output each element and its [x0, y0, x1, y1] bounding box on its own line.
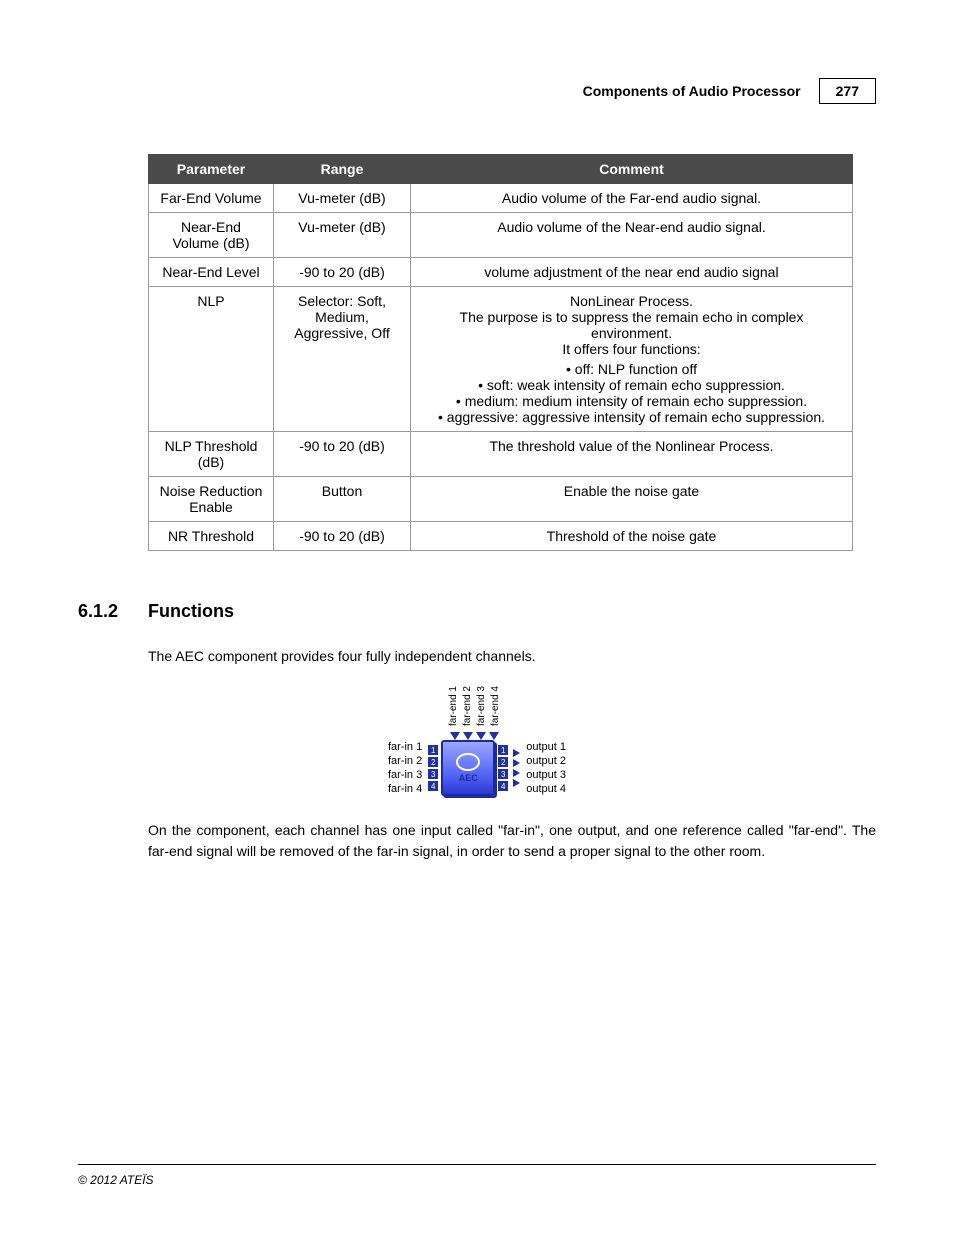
section-para-1: The AEC component provides four fully in…	[148, 646, 876, 666]
diagram-top-labels: far-end 1 far-end 2 far-end 3 far-end 4	[448, 686, 501, 726]
cell-range: Button	[274, 477, 411, 522]
cell-comment: Audio volume of the Far-end audio signal…	[411, 184, 853, 213]
table-row: Noise Reduction EnableButtonEnable the n…	[149, 477, 853, 522]
section-title: Functions	[148, 601, 234, 622]
right-arrows	[511, 749, 520, 787]
label-far-in-2: far-in 2	[388, 755, 422, 768]
aec-box-label: AEC	[459, 773, 478, 783]
cell-range: -90 to 20 (dB)	[274, 432, 411, 477]
section-heading: 6.1.2 Functions	[78, 601, 876, 622]
table-row: Near-End Level-90 to 20 (dB)volume adjus…	[149, 258, 853, 287]
right-ports: 1234	[498, 745, 508, 791]
section-para-2: On the component, each channel has one i…	[148, 820, 876, 861]
arrow-down-icon	[450, 732, 460, 740]
label-output-4: output 4	[526, 783, 566, 796]
cell-range: Vu-meter (dB)	[274, 184, 411, 213]
cell-comment: volume adjustment of the near end audio …	[411, 258, 853, 287]
cell-range: Vu-meter (dB)	[274, 213, 411, 258]
cell-parameter: Near-End Level	[149, 258, 274, 287]
table-body: Far-End VolumeVu-meter (dB)Audio volume …	[149, 184, 853, 551]
cell-comment: Threshold of the noise gate	[411, 522, 853, 551]
footer-rule	[78, 1164, 876, 1165]
table-row: NR Threshold-90 to 20 (dB)Threshold of t…	[149, 522, 853, 551]
col-header-comment: Comment	[411, 155, 853, 184]
cell-comment: Enable the noise gate	[411, 477, 853, 522]
table-row: NLPSelector: Soft, Medium, Aggressive, O…	[149, 287, 853, 432]
table-row: Far-End VolumeVu-meter (dB)Audio volume …	[149, 184, 853, 213]
header-page-number: 277	[819, 78, 876, 104]
label-far-end-1: far-end 1	[448, 686, 459, 726]
label-far-in-4: far-in 4	[388, 783, 422, 796]
page-header: Components of Audio Processor 277	[78, 78, 876, 104]
label-far-in-1: far-in 1	[388, 741, 422, 754]
arrow-down-icon	[463, 732, 473, 740]
diagram-left-labels: far-in 1 far-in 2 far-in 3 far-in 4	[388, 741, 422, 797]
label-far-end-4: far-end 4	[490, 686, 501, 726]
aec-diagram: far-in 1 far-in 2 far-in 3 far-in 4 far-…	[388, 686, 566, 796]
arrow-right-icon	[513, 769, 520, 777]
arrow-right-icon	[513, 749, 520, 757]
cell-parameter: NLP Threshold (dB)	[149, 432, 274, 477]
cell-comment: NonLinear Process. The purpose is to sup…	[411, 287, 853, 432]
cell-range: -90 to 20 (dB)	[274, 258, 411, 287]
arrow-right-icon	[513, 779, 520, 787]
section-number: 6.1.2	[78, 601, 118, 622]
cell-parameter: Far-End Volume	[149, 184, 274, 213]
parameter-table: Parameter Range Comment Far-End VolumeVu…	[148, 154, 853, 551]
top-arrows	[450, 732, 499, 740]
arrow-down-icon	[476, 732, 486, 740]
diagram-right-labels: output 1 output 2 output 3 output 4	[526, 741, 566, 797]
cell-parameter: Near-End Volume (dB)	[149, 213, 274, 258]
arrow-down-icon	[489, 732, 499, 740]
cell-parameter: Noise Reduction Enable	[149, 477, 274, 522]
cell-range: Selector: Soft, Medium, Aggressive, Off	[274, 287, 411, 432]
cell-comment: The threshold value of the Nonlinear Pro…	[411, 432, 853, 477]
table-row: Near-End Volume (dB)Vu-meter (dB)Audio v…	[149, 213, 853, 258]
col-header-parameter: Parameter	[149, 155, 274, 184]
arrow-right-icon	[513, 759, 520, 767]
header-title: Components of Audio Processor	[573, 79, 811, 103]
col-header-range: Range	[274, 155, 411, 184]
label-far-end-3: far-end 3	[476, 686, 487, 726]
cell-parameter: NR Threshold	[149, 522, 274, 551]
aec-box: AEC	[441, 740, 495, 796]
left-ports: 1234	[428, 745, 438, 791]
footer-copyright: © 2012 ATEÏS	[78, 1173, 154, 1187]
table-row: NLP Threshold (dB)-90 to 20 (dB)The thre…	[149, 432, 853, 477]
label-far-in-3: far-in 3	[388, 769, 422, 782]
label-output-1: output 1	[526, 741, 566, 754]
aec-icon	[456, 753, 480, 771]
cell-parameter: NLP	[149, 287, 274, 432]
label-output-3: output 3	[526, 769, 566, 782]
cell-comment: Audio volume of the Near-end audio signa…	[411, 213, 853, 258]
cell-range: -90 to 20 (dB)	[274, 522, 411, 551]
label-output-2: output 2	[526, 755, 566, 768]
label-far-end-2: far-end 2	[462, 686, 473, 726]
